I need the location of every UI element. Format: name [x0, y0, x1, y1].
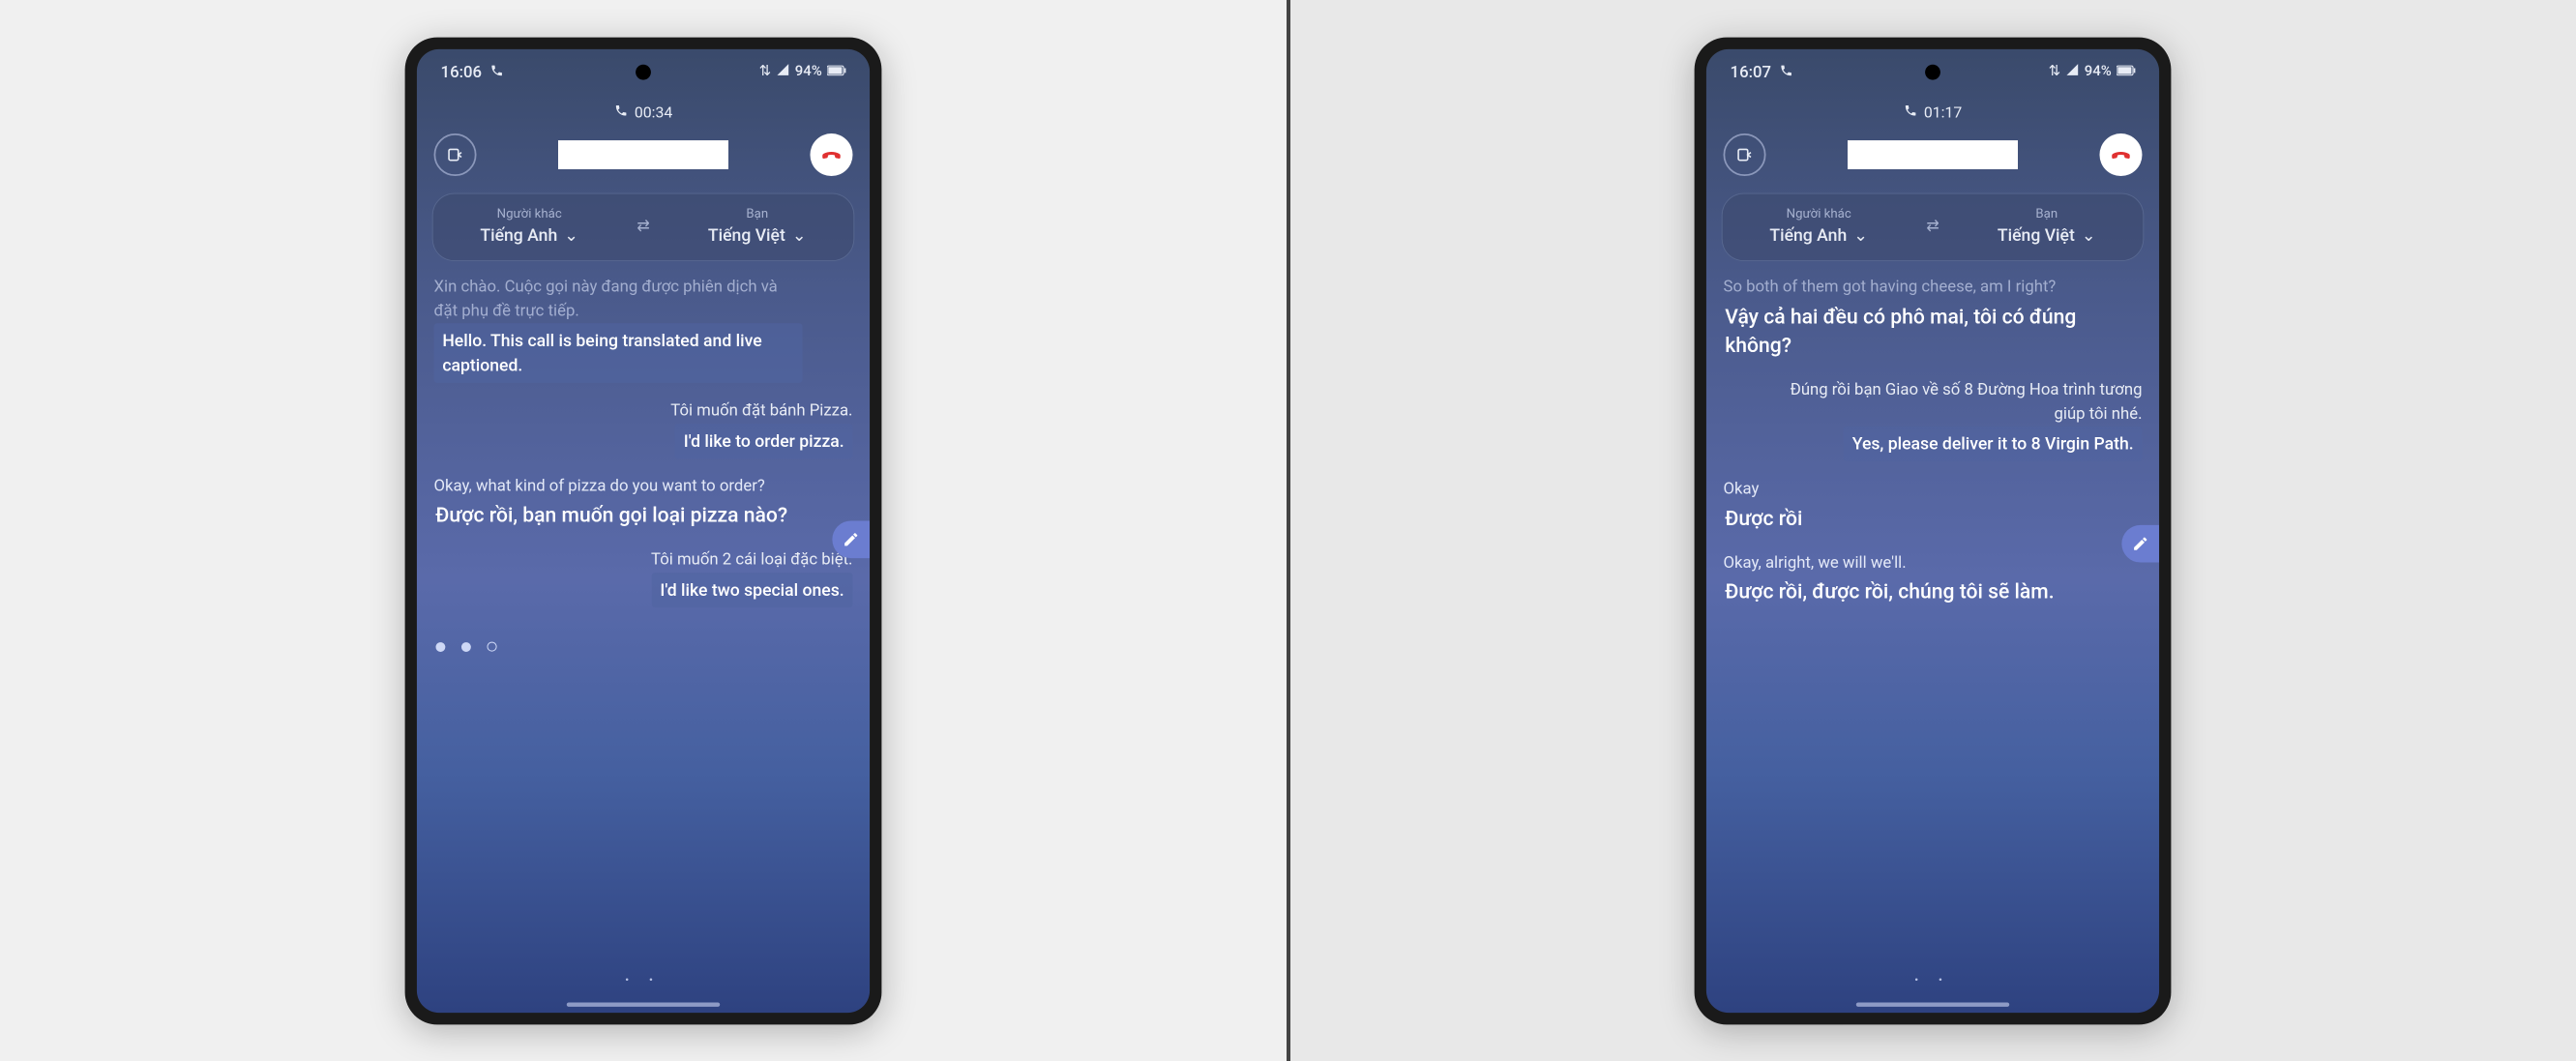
message-source-text: Tôi muốn 2 cái loại đặc biệt.: [484, 546, 852, 570]
phone-screen: 16:06 ⇅ 94%: [417, 48, 870, 1012]
page-indicator-dots: • •: [417, 973, 870, 987]
camera-hole: [1925, 64, 1940, 79]
message-translated-text: I'd like two special ones.: [651, 572, 852, 606]
phone-frame: 16:07 ⇅ 94%: [1695, 37, 2172, 1024]
phone-icon: [490, 61, 504, 80]
message-source-text: Tôi muốn đặt bánh Pizza.: [484, 398, 852, 421]
message-you: Tôi muốn đặt bánh Pizza.I'd like to orde…: [484, 398, 852, 457]
message-you: Đúng rồi bạn Giao về số 8 Đường Hoa trìn…: [1774, 377, 2143, 460]
lang-you-label: Bạn: [746, 205, 768, 221]
battery-icon: [2117, 63, 2135, 80]
wifi-icon: ⇅: [758, 63, 771, 80]
lang-other-column[interactable]: Người khác Tiếng Anh ⌄: [1751, 205, 1887, 244]
message-other: So both of them got having cheese, am I …: [1724, 275, 2092, 363]
signal-icon: [776, 62, 789, 79]
page-indicator-dots: • •: [1706, 973, 2159, 987]
phone-screen: 16:07 ⇅ 94%: [1706, 48, 2159, 1012]
phone-icon: [613, 103, 627, 121]
contact-name-redacted: [558, 140, 728, 169]
battery-text: 94%: [2085, 63, 2112, 80]
message-translated-text: Được rồi, được rồi, chúng tôi sẽ làm.: [1724, 575, 2057, 607]
panel-right: 16:07 ⇅ 94%: [1290, 0, 2576, 1061]
lang-you-column[interactable]: Bạn Tiếng Việt ⌄: [1979, 205, 2116, 244]
status-time: 16:06: [440, 61, 481, 80]
message-you: Tôi muốn 2 cái loại đặc biệt.I'd like tw…: [484, 546, 852, 606]
call-duration: 00:34: [635, 103, 672, 121]
header-row: [1706, 125, 2159, 185]
phone-icon: [1780, 61, 1793, 80]
call-duration-row: 01:17: [1706, 93, 2159, 125]
wifi-icon: ⇅: [2049, 63, 2061, 80]
message-source-text: Xin chào. Cuộc gọi này đang được phiên d…: [433, 275, 802, 321]
call-duration: 01:17: [1924, 103, 1962, 121]
back-button[interactable]: [1724, 133, 1766, 176]
edit-pen-button[interactable]: [832, 520, 870, 558]
lang-you-value: Tiếng Việt: [1998, 224, 2075, 245]
lang-other-value: Tiếng Anh: [480, 224, 557, 245]
message-other: OkayĐược rồi: [1724, 476, 2092, 534]
battery-text: 94%: [795, 63, 822, 80]
chevron-down-icon: ⌄: [564, 224, 578, 245]
lang-other-label: Người khác: [496, 205, 561, 221]
lang-other-label: Người khác: [1787, 205, 1851, 221]
chevron-down-icon: ⌄: [2082, 224, 2096, 245]
message-source-text: Đúng rồi bạn Giao về số 8 Đường Hoa trìn…: [1774, 377, 2143, 424]
home-indicator[interactable]: [1856, 1002, 2009, 1006]
contact-name-redacted: [1848, 140, 2018, 169]
back-button[interactable]: [433, 133, 476, 176]
camera-hole: [636, 64, 651, 79]
call-duration-row: 00:34: [417, 93, 870, 125]
message-translated-text: Được rồi, bạn muốn gọi loại pizza nào?: [433, 498, 788, 531]
conversation-area[interactable]: Xin chào. Cuộc gọi này đang được phiên d…: [417, 269, 870, 986]
hangup-button[interactable]: [810, 133, 852, 176]
message-translated-text: Vậy cả hai đều có phô mai, tôi có đúng k…: [1724, 300, 2092, 363]
lang-other-value: Tiếng Anh: [1770, 224, 1848, 245]
panel-left: 16:06 ⇅ 94%: [0, 0, 1287, 1061]
language-selector-card: Người khác Tiếng Anh ⌄ ⇄ Bạn Tiếng Việt …: [432, 192, 854, 260]
message-translated-text: Hello. This call is being translated and…: [433, 323, 802, 383]
chevron-down-icon: ⌄: [792, 224, 807, 245]
header-row: [417, 125, 870, 185]
conversation-area[interactable]: So both of them got having cheese, am I …: [1706, 269, 2159, 986]
status-time: 16:07: [1731, 61, 1771, 80]
signal-icon: [2066, 62, 2080, 79]
edit-pen-button[interactable]: [2122, 524, 2160, 562]
message-source-text: Okay, what kind of pizza do you want to …: [433, 473, 802, 496]
battery-icon: [827, 63, 845, 80]
lang-other-column[interactable]: Người khác Tiếng Anh ⌄: [461, 205, 598, 244]
message-source-text: Okay, alright, we will we'll.: [1724, 549, 2092, 573]
message-other: Xin chào. Cuộc gọi này đang được phiên d…: [433, 275, 802, 383]
swap-languages-icon[interactable]: ⇄: [637, 216, 649, 233]
chevron-down-icon: ⌄: [1854, 224, 1869, 245]
phone-icon: [1904, 103, 1917, 121]
hangup-button[interactable]: [2100, 133, 2143, 176]
message-translated-text: Được rồi: [1724, 501, 1805, 534]
home-indicator[interactable]: [567, 1002, 720, 1006]
message-translated-text: Yes, please deliver it to 8 Virgin Path.: [1844, 426, 2143, 460]
message-other: Okay, what kind of pizza do you want to …: [433, 473, 802, 531]
typing-indicator: ● ● ○: [433, 633, 852, 659]
swap-languages-icon[interactable]: ⇄: [1927, 216, 1939, 233]
language-selector-card: Người khác Tiếng Anh ⌄ ⇄ Bạn Tiếng Việt …: [1722, 192, 2144, 260]
message-other: Okay, alright, we will we'll.Được rồi, đ…: [1724, 549, 2092, 607]
message-source-text: Okay: [1724, 476, 2092, 499]
message-translated-text: I'd like to order pizza.: [675, 423, 853, 457]
message-source-text: So both of them got having cheese, am I …: [1724, 275, 2092, 298]
lang-you-column[interactable]: Bạn Tiếng Việt ⌄: [689, 205, 825, 244]
lang-you-label: Bạn: [2036, 205, 2058, 221]
lang-you-value: Tiếng Việt: [708, 224, 785, 245]
phone-frame: 16:06 ⇅ 94%: [404, 37, 881, 1024]
